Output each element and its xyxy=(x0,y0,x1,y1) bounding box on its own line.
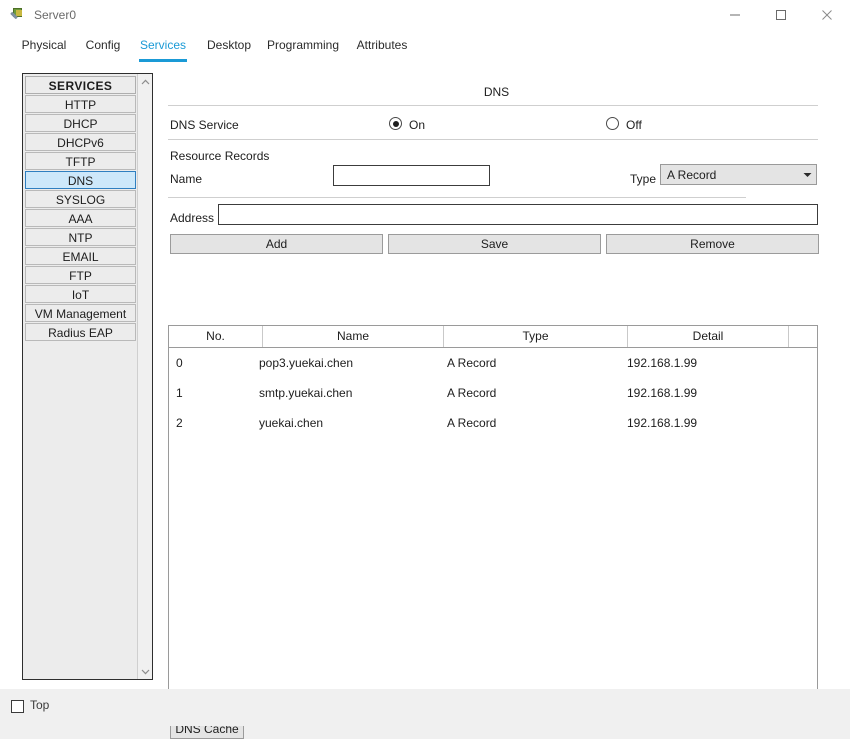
sidebar-item-ntp[interactable]: NTP xyxy=(25,228,136,246)
chevron-down-icon[interactable] xyxy=(138,664,152,679)
tab-services-label: Services xyxy=(139,38,186,52)
add-button[interactable]: Add xyxy=(170,234,383,254)
page-title: DNS xyxy=(483,85,510,99)
tab-desktop[interactable]: Desktop xyxy=(200,30,258,62)
resource-records-label: Resource Records xyxy=(170,149,270,163)
sidebar-item-aaa[interactable]: AAA xyxy=(25,209,136,227)
tab-config[interactable]: Config xyxy=(78,30,128,62)
address-input[interactable] xyxy=(218,204,818,225)
window-title: Server0 xyxy=(34,8,77,22)
column-header-name[interactable]: Name xyxy=(263,326,444,347)
tab-config-label: Config xyxy=(85,38,121,52)
sidebar-item-dhcp[interactable]: DHCP xyxy=(25,114,136,132)
close-icon[interactable] xyxy=(804,0,850,30)
address-label: Address xyxy=(170,211,215,225)
record-type-select[interactable]: A Record xyxy=(660,164,817,185)
table-row[interactable]: 1 smtp.yuekai.chen A Record 192.168.1.99 xyxy=(169,378,817,408)
maximize-icon[interactable] xyxy=(758,0,804,30)
cell-detail: 192.168.1.99 xyxy=(627,416,698,430)
services-sidebar: SERVICES HTTP DHCP DHCPv6 TFTP DNS SYSLO… xyxy=(22,73,153,680)
sidebar-item-syslog[interactable]: SYSLOG xyxy=(25,190,136,208)
chevron-down-icon xyxy=(798,172,816,178)
dns-service-on-radio[interactable] xyxy=(389,117,402,130)
cell-type: A Record xyxy=(447,416,497,430)
sidebar-item-iot[interactable]: IoT xyxy=(25,285,136,303)
cell-no: 1 xyxy=(176,386,183,400)
services-list: SERVICES HTTP DHCP DHCPv6 TFTP DNS SYSLO… xyxy=(24,75,137,341)
sidebar-scrollbar[interactable] xyxy=(137,74,152,679)
tab-services[interactable]: Services xyxy=(133,30,193,62)
divider-service xyxy=(168,139,818,140)
divider-top xyxy=(168,105,818,106)
dns-service-panel: DNS DNS Service On Off Resource Records … xyxy=(168,73,825,739)
top-checkbox-label: Top xyxy=(30,698,50,712)
table-row[interactable]: 2 yuekai.chen A Record 192.168.1.99 xyxy=(169,408,817,438)
sidebar-item-radius-eap[interactable]: Radius EAP xyxy=(25,323,136,341)
type-label: Type xyxy=(630,172,657,186)
sidebar-item-email[interactable]: EMAIL xyxy=(25,247,136,265)
name-label: Name xyxy=(170,172,203,186)
cell-name: yuekai.chen xyxy=(259,416,324,430)
column-header-spacer xyxy=(789,326,817,347)
window-footer: Top xyxy=(0,689,850,726)
services-list-header: SERVICES xyxy=(25,76,136,94)
dns-service-off-label: Off xyxy=(626,118,642,132)
tab-attributes[interactable]: Attributes xyxy=(348,30,416,62)
tab-programming-label: Programming xyxy=(266,38,340,52)
save-button[interactable]: Save xyxy=(388,234,601,254)
table-row[interactable]: 0 pop3.yuekai.chen A Record 192.168.1.99 xyxy=(169,348,817,378)
sidebar-item-vm-management[interactable]: VM Management xyxy=(25,304,136,322)
dns-records-table[interactable]: No. Name Type Detail 0 pop3.yuekai.chen … xyxy=(168,325,818,708)
sidebar-item-ftp[interactable]: FTP xyxy=(25,266,136,284)
chevron-up-icon[interactable] xyxy=(138,74,152,89)
main-content-area: SERVICES HTTP DHCP DHCPv6 TFTP DNS SYSLO… xyxy=(0,62,850,739)
tab-bar: Physical Config Services Desktop Program… xyxy=(0,30,850,63)
column-header-detail[interactable]: Detail xyxy=(628,326,789,347)
table-header-row: No. Name Type Detail xyxy=(169,326,817,348)
device-server-icon xyxy=(9,7,25,23)
name-input[interactable] xyxy=(333,165,490,186)
cell-no: 0 xyxy=(176,356,183,370)
cell-no: 2 xyxy=(176,416,183,430)
window-title-bar: Server0 xyxy=(0,0,850,30)
tab-desktop-label: Desktop xyxy=(206,38,252,52)
column-header-type[interactable]: Type xyxy=(444,326,628,347)
dns-service-off-radio[interactable] xyxy=(606,117,619,130)
cell-detail: 192.168.1.99 xyxy=(627,356,698,370)
minimize-icon[interactable] xyxy=(712,0,758,30)
sidebar-item-dhcpv6[interactable]: DHCPv6 xyxy=(25,133,136,151)
sidebar-item-tftp[interactable]: TFTP xyxy=(25,152,136,170)
dns-service-label: DNS Service xyxy=(170,118,239,132)
top-checkbox[interactable] xyxy=(11,700,24,713)
cell-name: pop3.yuekai.chen xyxy=(259,356,354,370)
dns-service-on-label: On xyxy=(409,118,426,132)
sidebar-item-dns[interactable]: DNS xyxy=(25,171,136,189)
cell-type: A Record xyxy=(447,386,497,400)
cell-type: A Record xyxy=(447,356,497,370)
tab-physical[interactable]: Physical xyxy=(14,30,74,62)
window-controls xyxy=(712,0,850,30)
tab-programming[interactable]: Programming xyxy=(262,30,344,62)
divider-name-row xyxy=(168,197,746,198)
remove-button[interactable]: Remove xyxy=(606,234,819,254)
tab-physical-label: Physical xyxy=(21,38,67,52)
sidebar-item-http[interactable]: HTTP xyxy=(25,95,136,113)
cell-detail: 192.168.1.99 xyxy=(627,386,698,400)
column-header-no[interactable]: No. xyxy=(169,326,263,347)
record-type-value: A Record xyxy=(667,167,717,182)
cell-name: smtp.yuekai.chen xyxy=(259,386,353,400)
tab-attributes-label: Attributes xyxy=(356,38,408,52)
